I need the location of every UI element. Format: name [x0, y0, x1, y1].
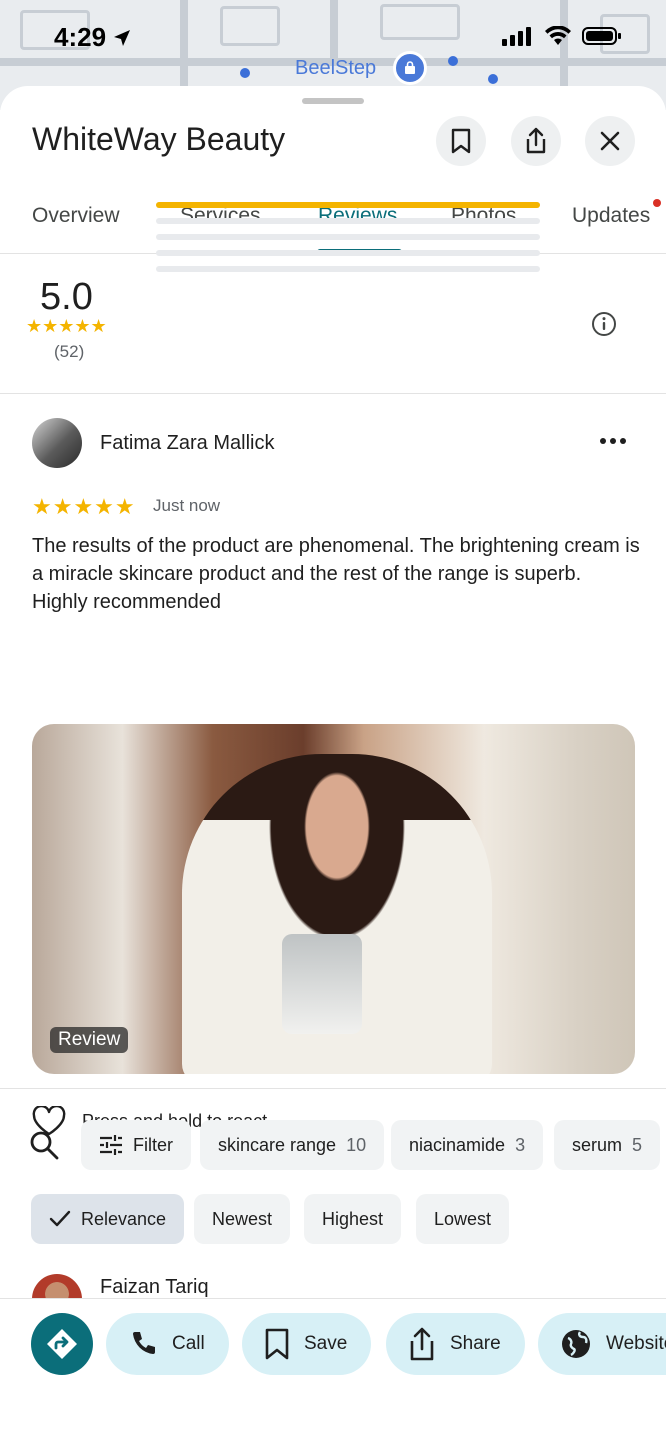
globe-icon [562, 1330, 590, 1358]
sort-chip-lowest[interactable]: Lowest [416, 1194, 510, 1244]
status-time: 4:29 [54, 22, 107, 52]
sort-chip-newest[interactable]: Newest [194, 1194, 291, 1244]
review-stars: ★★★★★ [32, 494, 136, 519]
sort-chip-label: Lowest [434, 1208, 492, 1229]
rating-bar-1-star [156, 266, 540, 272]
more-options-icon[interactable] [600, 438, 626, 444]
call-button[interactable]: Call [106, 1313, 229, 1375]
wifi-icon [545, 26, 571, 45]
phone-icon [133, 1332, 155, 1354]
checkmark-icon [49, 1210, 71, 1227]
place-title: WhiteWay Beauty [32, 121, 286, 157]
reviewer-name[interactable]: Fatima Zara Mallick [100, 432, 274, 455]
rating-summary: 5.0 ★★★★★ (52) [0, 202, 666, 394]
save-button[interactable]: Save [242, 1313, 372, 1375]
topic-filter-row: Filter skincare range 10 niacinamide 3 s… [0, 1120, 666, 1170]
filter-chip[interactable]: Filter [81, 1120, 191, 1170]
bookmark-icon [265, 1328, 289, 1360]
share-header-button[interactable] [511, 116, 561, 166]
rating-bar-3-star [156, 234, 540, 240]
location-arrow-icon [114, 29, 131, 46]
topic-chip-label: serum [572, 1134, 623, 1155]
filter-chip-label: Filter [133, 1134, 173, 1155]
rating-bar-4-star [156, 218, 540, 224]
updates-notification-dot [653, 199, 661, 207]
topic-chip-label: niacinamide [409, 1134, 506, 1155]
topic-chip-count: 3 [515, 1134, 526, 1155]
bookmark-icon [451, 128, 471, 154]
topic-chip-serum[interactable]: serum 5 [554, 1120, 661, 1170]
share-label: Share [450, 1333, 501, 1354]
rating-count: (52) [54, 342, 85, 361]
next-review-card: Faizan Tariq [0, 1270, 666, 1300]
call-label: Call [172, 1333, 205, 1354]
cellular-signal-icon [502, 27, 531, 46]
tab-overview[interactable]: Overview [32, 204, 120, 228]
topic-chip-count: 10 [346, 1134, 367, 1155]
review-text: The results of the product are phenomena… [32, 535, 640, 613]
battery-icon [582, 27, 621, 45]
close-icon [600, 131, 620, 151]
directions-icon [47, 1329, 77, 1359]
reviewer-name[interactable]: Faizan Tariq [100, 1276, 209, 1299]
product-jar-image [282, 934, 362, 1034]
website-label: Website [606, 1333, 666, 1354]
rating-stars: ★★★★★ [26, 316, 107, 336]
save-label: Save [304, 1333, 348, 1354]
sheet-grabber[interactable] [302, 98, 364, 104]
review-time: Just now [153, 496, 221, 515]
sort-row: Relevance Newest Highest Lowest [0, 1194, 666, 1244]
bookmark-button[interactable] [436, 116, 486, 166]
section-divider [0, 1088, 666, 1089]
website-button[interactable]: Website [538, 1313, 666, 1375]
review-video-thumbnail[interactable]: Review [32, 724, 635, 1074]
close-button[interactable] [585, 116, 635, 166]
action-bar: Call Save Share Website [0, 1298, 666, 1440]
topic-chip-skincare-range[interactable]: skincare range 10 [200, 1120, 385, 1170]
topic-chip-count: 5 [632, 1134, 643, 1155]
status-bar: 4:29 [0, 0, 666, 80]
rating-bar-fill [156, 202, 540, 208]
directions-button[interactable] [31, 1313, 93, 1375]
reviewer-avatar[interactable] [32, 418, 82, 468]
sort-chip-label: Newest [212, 1208, 273, 1229]
search-icon[interactable] [28, 1129, 60, 1161]
reviewer-avatar[interactable] [32, 1274, 82, 1300]
review-media-label: Review [50, 1027, 129, 1053]
filter-sliders-icon [100, 1135, 122, 1155]
share-icon [526, 127, 546, 154]
tab-updates[interactable]: Updates [572, 204, 650, 228]
rating-bar-2-star [156, 250, 540, 256]
sort-chip-highest[interactable]: Highest [304, 1194, 402, 1244]
topic-chip-niacinamide[interactable]: niacinamide 3 [391, 1120, 544, 1170]
rating-value: 5.0 [40, 276, 93, 318]
sort-chip-label: Highest [322, 1208, 384, 1229]
share-icon [410, 1327, 434, 1361]
sort-chip-relevance[interactable]: Relevance [31, 1194, 185, 1244]
topic-chip-label: skincare range [218, 1134, 337, 1155]
rating-bar-5-star [156, 202, 540, 208]
share-button[interactable]: Share [386, 1313, 525, 1375]
sort-chip-label: Relevance [81, 1208, 167, 1229]
info-icon[interactable] [591, 311, 617, 337]
